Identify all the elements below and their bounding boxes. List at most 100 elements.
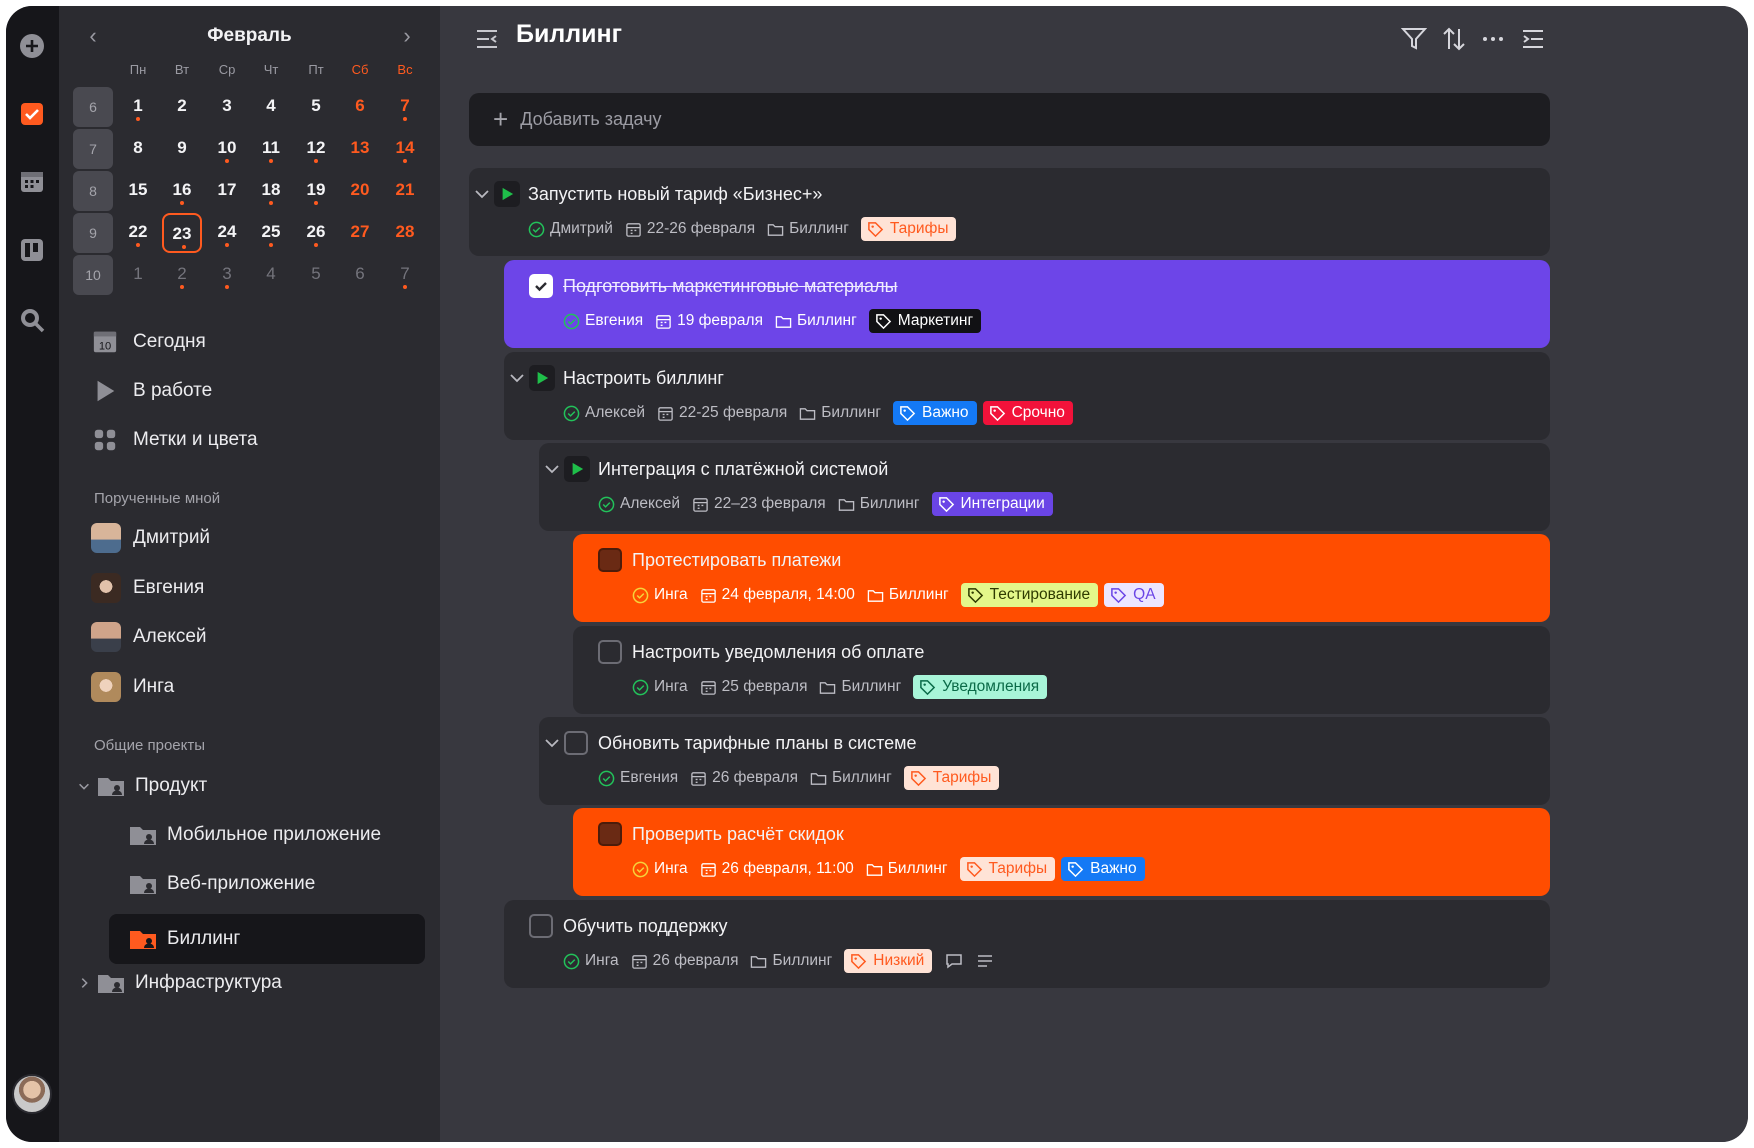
comment-icon[interactable] [944,951,964,971]
task-title[interactable]: Протестировать платежи [632,550,841,571]
more-icon[interactable] [1480,26,1506,52]
next-month-icon[interactable]: › [393,22,421,50]
task-title[interactable]: Обновить тарифные планы в системе [598,733,917,754]
project-mobile[interactable]: Мобильное приложение [129,815,429,855]
task-assignee[interactable]: Инга [654,860,688,878]
calendar-day[interactable]: 10 [207,129,247,169]
task-project[interactable]: Биллинг [889,586,949,604]
details-panel-icon[interactable] [1520,26,1546,52]
filter-icon[interactable] [1401,26,1427,52]
calendar-day[interactable]: 15 [118,171,158,211]
add-task-input[interactable]: + Добавить задачу [469,93,1550,146]
chevron-right-icon[interactable] [77,976,91,990]
task-checkbox-checked[interactable] [529,274,553,298]
task-title[interactable]: Подготовить маркетинговые материалы [563,276,898,297]
task-date[interactable]: 22-25 февраля [679,404,787,422]
task-project[interactable]: Биллинг [797,312,857,330]
task-tag[interactable]: Тарифы [903,766,1000,790]
chevron-down-icon[interactable] [474,186,490,202]
calendar-day[interactable]: 13 [340,129,380,169]
task-tag[interactable]: Маркетинг [868,309,982,333]
task-status-in-progress[interactable] [494,181,520,207]
task-status-in-progress[interactable] [529,365,555,391]
task-title[interactable]: Запустить новый тариф «Бизнес+» [528,184,822,205]
task-project[interactable]: Биллинг [888,860,948,878]
calendar-day[interactable]: 11 [251,129,291,169]
calendar-day[interactable]: 1 [118,255,158,295]
task-assignee[interactable]: Алексей [585,404,645,422]
task-card[interactable]: Обучить поддержку Инга 26 февраля Биллинг Ни… [504,900,1550,988]
calendar-day[interactable]: 27 [340,213,380,253]
task-card[interactable]: Настроить уведомления об оплате Инга 25 фе… [573,626,1550,714]
nav-in-progress[interactable]: В работе [91,371,427,411]
task-tag[interactable]: Низкий [844,949,933,973]
calendar-day[interactable]: 20 [340,171,380,211]
task-date[interactable]: 26 февраля [712,769,798,787]
calendar-day[interactable]: 21 [385,171,425,211]
task-project[interactable]: Биллинг [832,769,892,787]
add-icon[interactable] [14,28,50,64]
task-card[interactable]: Запустить новый тариф «Бизнес+» Дмитрий 22… [469,168,1550,256]
calendar-day[interactable]: 17 [207,171,247,211]
calendar-day[interactable]: 6 [340,255,380,295]
sort-icon[interactable] [1441,26,1467,52]
tasks-icon[interactable] [14,96,50,132]
calendar-day[interactable]: 14 [385,129,425,169]
task-project[interactable]: Биллинг [789,220,849,238]
person-aleksey[interactable]: Алексей [91,617,427,657]
person-dmitry[interactable]: Дмитрий [91,518,427,558]
calendar-day[interactable]: 7 [385,87,425,127]
project-infra[interactable]: Инфраструктура [77,963,413,1003]
chevron-down-icon[interactable] [544,461,560,477]
task-checkbox[interactable] [598,640,622,664]
user-avatar[interactable] [12,1074,52,1114]
task-assignee[interactable]: Дмитрий [550,220,613,238]
calendar-day[interactable]: 2 [162,87,202,127]
task-project[interactable]: Биллинг [821,404,881,422]
calendar-day[interactable]: 26 [296,213,336,253]
task-card[interactable]: Обновить тарифные планы в системе Евгения… [539,717,1550,805]
task-date[interactable]: 19 февраля [677,312,763,330]
task-tag[interactable]: Интеграции [931,492,1053,516]
task-tag[interactable]: QA [1104,583,1164,607]
calendar-day[interactable]: 7 [385,255,425,295]
task-tag[interactable]: Важно [1061,857,1145,881]
task-status-in-progress[interactable] [564,456,590,482]
calendar-day[interactable]: 3 [207,87,247,127]
task-tag[interactable]: Тарифы [860,217,957,241]
calendar-day[interactable]: 4 [251,87,291,127]
project-product[interactable]: Продукт [77,766,413,806]
project-web[interactable]: Веб-приложение [129,864,429,904]
task-checkbox[interactable] [564,731,588,755]
person-evgeniya[interactable]: Евгения [91,568,427,608]
task-assignee[interactable]: Евгения [585,312,643,330]
task-assignee[interactable]: Евгения [620,769,678,787]
calendar-day[interactable]: 9 [162,129,202,169]
task-tag[interactable]: Важно [893,401,977,425]
person-inga[interactable]: Инга [91,667,427,707]
task-title[interactable]: Настроить биллинг [563,368,724,389]
task-tag[interactable]: Тестирование [960,583,1099,607]
task-project[interactable]: Биллинг [772,952,832,970]
description-icon[interactable] [975,951,995,971]
task-checkbox[interactable] [529,914,553,938]
nav-tags[interactable]: Метки и цвета [91,420,427,460]
task-title[interactable]: Проверить расчёт скидок [632,824,844,845]
sidebar-toggle-icon[interactable] [474,26,500,52]
calendar-day[interactable]: 5 [296,87,336,127]
board-icon[interactable] [14,232,50,268]
task-checkbox[interactable] [598,548,622,572]
chevron-down-icon[interactable] [509,370,525,386]
calendar-day[interactable]: 25 [251,213,291,253]
calendar-day[interactable]: 1 [118,87,158,127]
task-date[interactable]: 22-26 февраля [647,220,755,238]
task-assignee[interactable]: Инга [654,678,688,696]
calendar-day[interactable]: 16 [162,171,202,211]
calendar-day-today[interactable]: 23 [162,213,202,253]
calendar-day[interactable]: 3 [207,255,247,295]
calendar-day[interactable]: 5 [296,255,336,295]
project-billing[interactable]: Биллинг [129,919,419,959]
task-date[interactable]: 22–23 февраля [714,495,826,513]
task-card[interactable]: Подготовить маркетинговые материалы Евген… [504,260,1550,348]
task-assignee[interactable]: Алексей [620,495,680,513]
